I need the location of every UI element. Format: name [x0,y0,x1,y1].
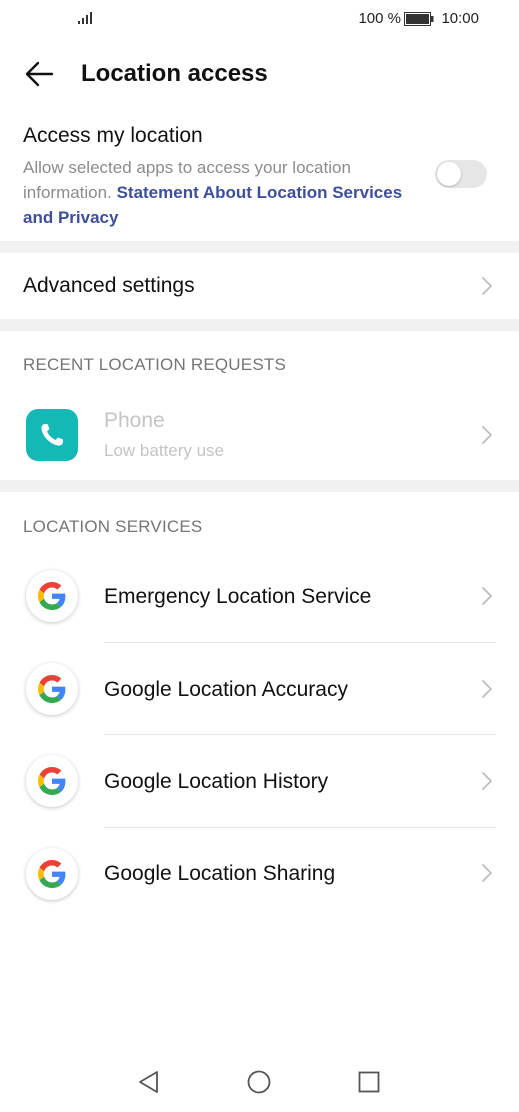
recent-requests-label: RECENT LOCATION REQUESTS [23,355,286,374]
battery-percent: 100 % [358,10,401,27]
phone-handset-icon [41,424,63,446]
advanced-settings-row[interactable]: Advanced settings [0,253,519,319]
google-icon [26,848,78,900]
battery-icon [404,12,434,26]
chevron-right-icon [482,680,492,698]
section-divider [0,241,519,253]
clock: 10:00 [441,10,479,27]
chevron-right-icon [482,426,492,444]
section-divider [0,480,519,492]
advanced-settings-label: Advanced settings [23,274,195,297]
google-icon [26,755,78,807]
phone-app-icon [26,409,78,461]
status-bar: 100 % 10:00 [0,0,519,40]
service-label: Emergency Location Service [104,585,372,608]
recent-app-name: Phone [104,409,165,432]
chevron-right-icon [482,772,492,790]
location-services-label: LOCATION SERVICES [23,517,203,536]
page-title: Location access [81,60,268,87]
recent-app-subtitle: Low battery use [104,441,225,460]
google-icon [26,663,78,715]
section-divider [0,319,519,331]
access-location-title: Access my location [23,124,203,147]
chevron-right-icon [482,864,492,882]
nav-back-icon[interactable] [137,1070,161,1094]
nav-home-icon[interactable] [247,1070,271,1094]
back-arrow-icon[interactable] [22,56,58,92]
nav-recents-icon[interactable] [358,1071,380,1093]
service-label: Google Location Sharing [104,862,336,885]
chevron-right-icon [482,277,492,295]
toggle-knob [437,162,461,186]
chevron-right-icon [482,587,492,605]
signal-icon [78,12,92,24]
google-icon [26,570,78,622]
service-label: Google Location History [104,770,329,793]
access-location-description: Allow selected apps to access your locat… [23,155,403,230]
service-label: Google Location Accuracy [104,678,348,701]
access-location-toggle[interactable] [435,160,487,188]
